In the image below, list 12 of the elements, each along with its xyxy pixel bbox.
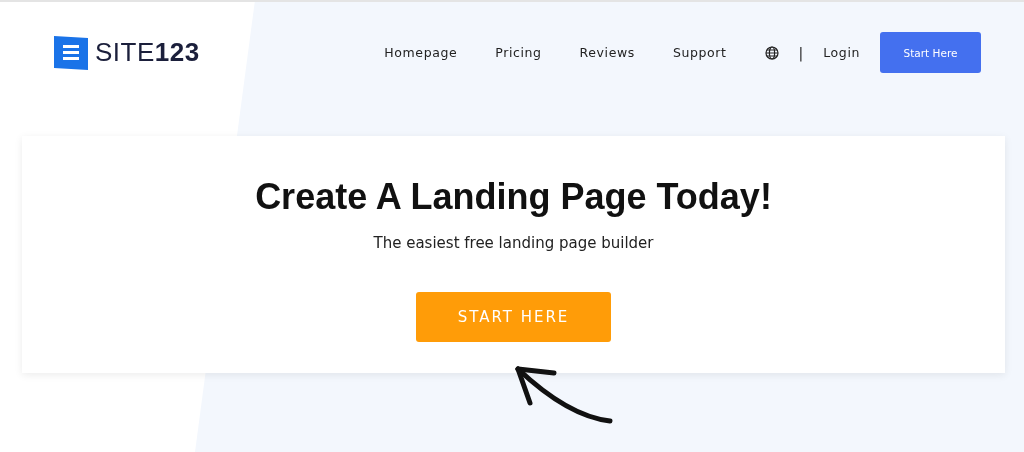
nav-link[interactable]: Homepage [384,45,458,60]
hero-title: Create A Landing Page Today! [255,176,772,218]
hero-subtitle: The easiest free landing page builder [373,234,654,252]
nav-link[interactable]: Login [823,45,860,60]
logo-text[interactable]: SITE123 [95,37,200,68]
globe-icon[interactable] [764,45,779,60]
nav-link[interactable]: Support [672,45,727,60]
start-here-button[interactable]: Start Here [880,32,981,73]
nav-link[interactable]: Reviews [579,45,635,60]
logo-icon[interactable] [54,35,88,70]
nav-divider: | [798,44,804,61]
nav-link[interactable]: Pricing [495,45,542,60]
